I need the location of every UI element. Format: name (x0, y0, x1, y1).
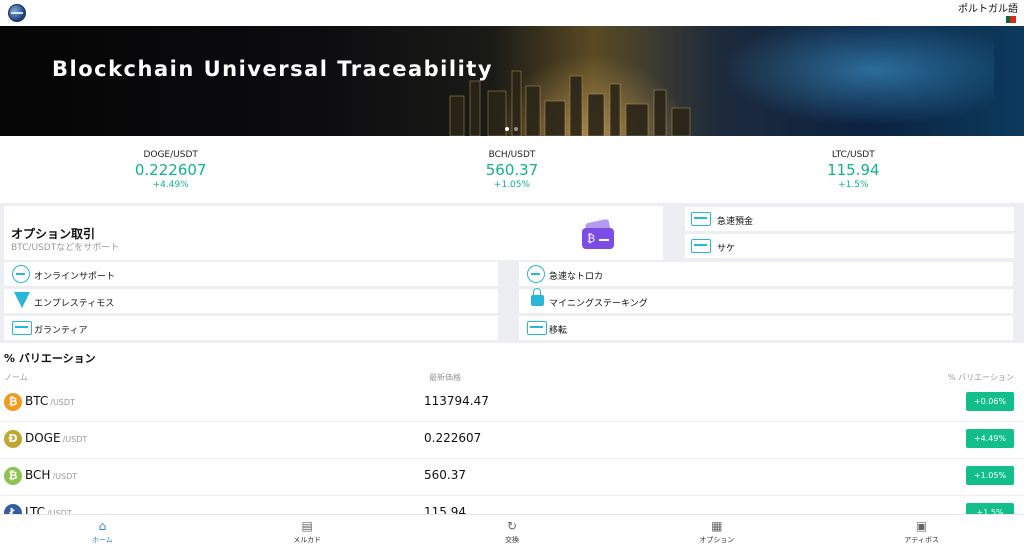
nav-assets[interactable]: ▣ アティボス (819, 515, 1024, 547)
guarantee-card[interactable]: ガランティア (4, 316, 498, 340)
transfer-card[interactable]: 移転 (519, 316, 1013, 340)
hero-banner[interactable]: Blockchain Universal Traceability (0, 26, 1024, 136)
language-selector[interactable]: ポルトガル語 (958, 0, 1018, 15)
nav-assets-label: アティボス (904, 536, 939, 544)
bch-coin-icon: ₿ (4, 467, 22, 485)
quick-trade-label: 急速なトロカ (549, 272, 604, 282)
coin-price: 0.222607 (424, 431, 482, 445)
nav-options[interactable]: ▦ オプション (614, 515, 819, 547)
change-badge[interactable]: +0.06% (966, 392, 1014, 411)
coin-quote: /USDT (52, 472, 78, 481)
coin-name: BCH/USDT (25, 468, 77, 482)
ticker-price: 115.94 (827, 161, 880, 179)
guarantee-lock-icon (12, 321, 32, 335)
coin-name: DOGE/USDT (25, 431, 87, 445)
deposit-card-icon (691, 212, 711, 226)
quick-trade-card[interactable]: 急速なトロカ (519, 262, 1013, 286)
nav-market-label: メルカド (293, 536, 322, 544)
guarantee-label: ガランティア (34, 326, 88, 336)
logo-icon[interactable] (8, 4, 26, 22)
coin-quote: /USDT (62, 435, 88, 444)
document-icon: ▦ (711, 519, 723, 533)
ticker-pair: LTC/USDT (831, 150, 875, 160)
carousel-dot[interactable] (505, 127, 509, 131)
loans-card[interactable]: エンプレスティモス (4, 289, 498, 313)
option-trading-subtitle: BTC/USDTなどをサポート (11, 243, 120, 253)
ticker-pair: BCH/USDT (488, 150, 536, 160)
coin-price: 560.37 (424, 468, 466, 482)
feature-grid: オプション取引 BTC/USDTなどをサポート 急速預金 サケ オンラインサポー… (0, 203, 1024, 343)
nav-market[interactable]: ▤ メルカド (205, 515, 410, 547)
coin-symbol: BCH (25, 468, 51, 482)
withdraw-card-icon (691, 239, 711, 253)
nav-options-label: オプション (699, 536, 735, 544)
withdraw-label: サケ (717, 244, 736, 254)
btc-coin-icon: ₿ (4, 393, 22, 411)
portugal-flag-icon[interactable] (1006, 16, 1016, 23)
bar-chart-icon: ▤ (301, 519, 313, 533)
wallet-icon (582, 218, 614, 249)
refresh-icon: ↻ (506, 519, 518, 533)
ticker-price: 560.37 (485, 161, 539, 179)
coin-name: BTC/USDT (25, 394, 75, 408)
doge-coin-icon: Ð (4, 430, 22, 448)
ticker-change: +1.05% (493, 180, 531, 190)
bottom-navigation: ⌂ ホーム ▤ メルカド ↻ 交換 ▦ オプション ▣ アティボス (0, 514, 1024, 547)
column-name: ノーム (4, 373, 28, 382)
coin-quote: /USDT (50, 398, 75, 407)
quick-deposit-card[interactable]: 急速預金 (685, 207, 1014, 231)
ticker-change: +1.5% (838, 180, 869, 190)
home-icon: ⌂ (98, 519, 107, 533)
top-bar: ポルトガル語 (0, 0, 1024, 26)
loans-label: エンプレスティモス (34, 299, 115, 309)
price-ticker: DOGE/USDT 0.222607 +4.49% BCH/USDT 560.3… (0, 150, 1024, 192)
carousel-dots (505, 127, 518, 131)
online-support-label: オンラインサポート (34, 272, 116, 282)
column-change: % バリエーション (948, 373, 1014, 382)
transfer-label: 移転 (549, 326, 568, 336)
ticker-item[interactable]: BCH/USDT 560.37 +1.05% (341, 150, 682, 192)
column-price: 最新価格 (429, 373, 461, 382)
change-badge[interactable]: +1.05% (966, 466, 1014, 485)
ticker-price: 0.222607 (134, 161, 207, 179)
nav-home-label: ホーム (92, 536, 113, 544)
nav-exchange-label: 交換 (504, 536, 519, 544)
ticker-change: +4.49% (152, 180, 189, 190)
table-row[interactable]: ₿ BCH/USDT 560.37 +1.05% (0, 459, 1024, 496)
nav-home[interactable]: ⌂ ホーム (0, 515, 205, 547)
change-badge[interactable]: +4.49% (966, 429, 1014, 448)
chat-bubble-icon (12, 265, 30, 283)
table-row[interactable]: ₿ BTC/USDT 113794.47 +0.06% (0, 385, 1024, 422)
nav-exchange[interactable]: ↻ 交換 (410, 515, 615, 547)
variation-section-title: % バリエーション (4, 352, 96, 365)
lock-icon (531, 288, 544, 306)
ticker-item[interactable]: LTC/USDT 115.94 +1.5% (683, 150, 1024, 192)
mining-staking-card[interactable]: マイニングステーキング (519, 288, 1013, 313)
carousel-dot[interactable] (514, 127, 518, 131)
ticker-item[interactable]: DOGE/USDT 0.222607 +4.49% (0, 150, 341, 192)
mining-staking-label: マイニングステーキング (549, 299, 648, 309)
quick-deposit-label: 急速預金 (717, 217, 754, 227)
table-row[interactable]: Ð DOGE/USDT 0.222607 +4.49% (0, 422, 1024, 459)
banner-title: Blockchain Universal Traceability (52, 57, 494, 81)
digital-face-graphic (694, 26, 994, 136)
ticker-pair: DOGE/USDT (143, 150, 198, 160)
loan-download-icon (14, 292, 30, 308)
exchange-circle-icon (527, 265, 545, 283)
coin-symbol: DOGE (25, 431, 61, 445)
withdraw-card[interactable]: サケ (685, 234, 1014, 258)
coin-price: 113794.47 (424, 394, 489, 408)
variation-list: ₿ BTC/USDT 113794.47 +0.06% Ð DOGE/USDT … (0, 385, 1024, 533)
wallet-nav-icon: ▣ (915, 519, 928, 533)
transfer-card-icon (527, 321, 547, 335)
online-support-card[interactable]: オンラインサポート (4, 262, 498, 286)
option-trading-card[interactable]: オプション取引 BTC/USDTなどをサポート (4, 206, 663, 260)
coin-symbol: BTC (25, 394, 49, 408)
